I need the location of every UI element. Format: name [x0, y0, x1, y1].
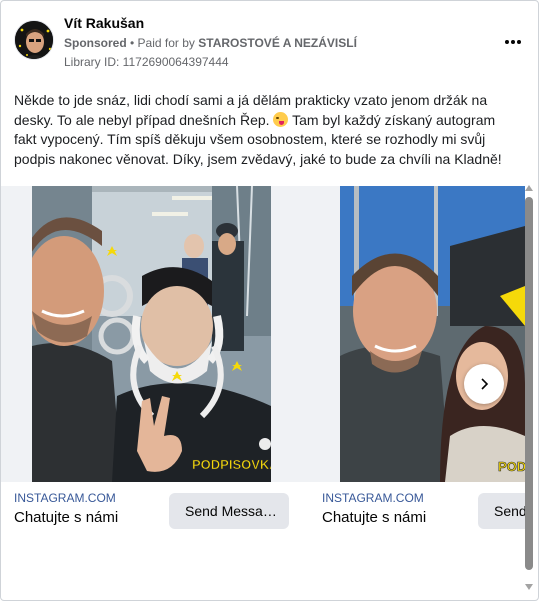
- avatar[interactable]: [14, 20, 54, 60]
- sticker-text: PODPISOVKA: [192, 457, 271, 472]
- scroll-thumb[interactable]: [525, 197, 533, 570]
- paid-for-prefix: • Paid for by: [126, 36, 199, 50]
- carousel-image-2[interactable]: PODPISOVKA: [340, 186, 525, 482]
- post-text: Někde to jde snáz, lidi chodí sami a já …: [14, 91, 514, 169]
- carousel-cta-1[interactable]: INSTAGRAM.COM Chatujte s námi Send Messa…: [14, 491, 304, 529]
- carousel: PODPISOVKA PODPISOVKA: [1, 186, 525, 546]
- sponsored-line: Sponsored • Paid for by STAROSTOVÉ A NEZ…: [64, 36, 357, 50]
- more-options-icon[interactable]: [502, 35, 524, 49]
- post-header: Vít Rakušan Sponsored • Paid for by STAR…: [14, 13, 524, 71]
- sticker-text-2: PODPISOVKA: [498, 459, 525, 474]
- paid-by-name: STAROSTOVÉ A NEZÁVISLÍ: [198, 36, 357, 50]
- author-name[interactable]: Vít Rakušan: [64, 15, 144, 31]
- scrollbar[interactable]: [524, 185, 534, 590]
- send-message-button[interactable]: Send: [478, 493, 525, 529]
- carousel-cta-2[interactable]: INSTAGRAM.COM Chatujte s námi Send: [322, 491, 525, 529]
- library-id: Library ID: 1172690064397444: [64, 55, 229, 69]
- send-message-button[interactable]: Send Messa…: [169, 493, 289, 529]
- scroll-up-arrow-icon[interactable]: [525, 185, 533, 191]
- carousel-image-1[interactable]: PODPISOVKA: [32, 186, 271, 482]
- face-with-tongue-emoji: [273, 111, 289, 127]
- ad-card: Vít Rakušan Sponsored • Paid for by STAR…: [0, 0, 539, 601]
- chevron-right-icon[interactable]: [464, 364, 504, 404]
- sponsored-label: Sponsored: [64, 36, 127, 50]
- scroll-down-arrow-icon[interactable]: [525, 584, 533, 590]
